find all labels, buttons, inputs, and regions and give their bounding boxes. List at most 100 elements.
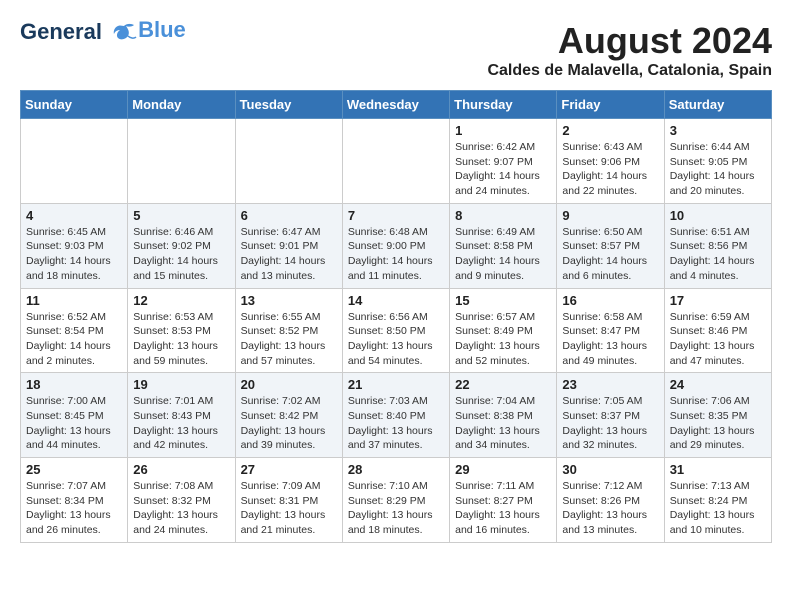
calendar-cell: 8 Sunrise: 6:49 AM Sunset: 8:58 PM Daylig… xyxy=(450,203,557,288)
day-info: Sunrise: 6:53 AM Sunset: 8:53 PM Dayligh… xyxy=(133,310,229,369)
calendar-cell: 28Sunrise: 7:10 AM Sunset: 8:29 PM Dayli… xyxy=(342,458,449,543)
day-number: 21 xyxy=(348,377,444,392)
main-title: August 2024 xyxy=(487,20,772,62)
day-info: Sunrise: 6:48 AM Sunset: 9:00 PM Dayligh… xyxy=(348,225,444,284)
calendar-cell: 2 Sunrise: 6:43 AM Sunset: 9:06 PM Daylig… xyxy=(557,119,664,204)
day-info: Sunrise: 7:06 AM Sunset: 8:35 PM Dayligh… xyxy=(670,394,766,453)
day-info: Sunrise: 6:44 AM Sunset: 9:05 PM Dayligh… xyxy=(670,140,766,199)
calendar-cell: 29 Sunrise: 7:11 AM Sunset: 8:27 PM Dayli… xyxy=(450,458,557,543)
day-number: 10 xyxy=(670,208,766,223)
calendar-cell: 15Sunrise: 6:57 AM Sunset: 8:49 PM Dayli… xyxy=(450,288,557,373)
day-info: Sunrise: 6:50 AM Sunset: 8:57 PM Dayligh… xyxy=(562,225,658,284)
calendar-cell: 18Sunrise: 7:00 AM Sunset: 8:45 PM Dayli… xyxy=(21,373,128,458)
day-info: Sunrise: 7:05 AM Sunset: 8:37 PM Dayligh… xyxy=(562,394,658,453)
calendar-cell: 20 Sunrise: 7:02 AM Sunset: 8:42 PM Dayli… xyxy=(235,373,342,458)
day-number: 2 xyxy=(562,123,658,138)
day-number: 14 xyxy=(348,293,444,308)
calendar-cell: 10 Sunrise: 6:51 AM Sunset: 8:56 PM Dayli… xyxy=(664,203,771,288)
day-number: 4 xyxy=(26,208,122,223)
day-info: Sunrise: 7:11 AM Sunset: 8:27 PM Dayligh… xyxy=(455,479,551,538)
calendar-cell: 11 Sunrise: 6:52 AM Sunset: 8:54 PM Dayli… xyxy=(21,288,128,373)
logo: General Blue xyxy=(20,20,186,44)
calendar-week-3: 11 Sunrise: 6:52 AM Sunset: 8:54 PM Dayli… xyxy=(21,288,772,373)
calendar-cell: 22Sunrise: 7:04 AM Sunset: 8:38 PM Dayli… xyxy=(450,373,557,458)
calendar-header-wednesday: Wednesday xyxy=(342,91,449,119)
day-info: Sunrise: 7:02 AM Sunset: 8:42 PM Dayligh… xyxy=(241,394,337,453)
day-info: Sunrise: 6:46 AM Sunset: 9:02 PM Dayligh… xyxy=(133,225,229,284)
day-info: Sunrise: 7:07 AM Sunset: 8:34 PM Dayligh… xyxy=(26,479,122,538)
day-number: 12 xyxy=(133,293,229,308)
calendar-week-2: 4 Sunrise: 6:45 AM Sunset: 9:03 PM Daylig… xyxy=(21,203,772,288)
calendar-header-row: SundayMondayTuesdayWednesdayThursdayFrid… xyxy=(21,91,772,119)
day-number: 7 xyxy=(348,208,444,223)
calendar: SundayMondayTuesdayWednesdayThursdayFrid… xyxy=(20,90,772,543)
calendar-cell: 3 Sunrise: 6:44 AM Sunset: 9:05 PM Daylig… xyxy=(664,119,771,204)
logo-line1: General xyxy=(20,19,102,44)
calendar-header-sunday: Sunday xyxy=(21,91,128,119)
day-number: 17 xyxy=(670,293,766,308)
calendar-week-5: 25 Sunrise: 7:07 AM Sunset: 8:34 PM Dayli… xyxy=(21,458,772,543)
calendar-cell: 16Sunrise: 6:58 AM Sunset: 8:47 PM Dayli… xyxy=(557,288,664,373)
day-info: Sunrise: 6:55 AM Sunset: 8:52 PM Dayligh… xyxy=(241,310,337,369)
day-number: 18 xyxy=(26,377,122,392)
subtitle: Caldes de Malavella, Catalonia, Spain xyxy=(487,62,772,80)
title-area: August 2024 Caldes de Malavella, Catalon… xyxy=(487,20,772,80)
day-info: Sunrise: 7:08 AM Sunset: 8:32 PM Dayligh… xyxy=(133,479,229,538)
calendar-cell: 24 Sunrise: 7:06 AM Sunset: 8:35 PM Dayli… xyxy=(664,373,771,458)
day-info: Sunrise: 7:12 AM Sunset: 8:26 PM Dayligh… xyxy=(562,479,658,538)
day-info: Sunrise: 6:51 AM Sunset: 8:56 PM Dayligh… xyxy=(670,225,766,284)
calendar-cell: 27 Sunrise: 7:09 AM Sunset: 8:31 PM Dayli… xyxy=(235,458,342,543)
calendar-cell xyxy=(128,119,235,204)
day-number: 20 xyxy=(241,377,337,392)
calendar-cell: 19Sunrise: 7:01 AM Sunset: 8:43 PM Dayli… xyxy=(128,373,235,458)
calendar-cell: 7 Sunrise: 6:48 AM Sunset: 9:00 PM Daylig… xyxy=(342,203,449,288)
day-info: Sunrise: 6:57 AM Sunset: 8:49 PM Dayligh… xyxy=(455,310,551,369)
calendar-header-saturday: Saturday xyxy=(664,91,771,119)
calendar-cell: 4 Sunrise: 6:45 AM Sunset: 9:03 PM Daylig… xyxy=(21,203,128,288)
calendar-header-thursday: Thursday xyxy=(450,91,557,119)
calendar-cell: 25 Sunrise: 7:07 AM Sunset: 8:34 PM Dayli… xyxy=(21,458,128,543)
day-number: 13 xyxy=(241,293,337,308)
day-number: 11 xyxy=(26,293,122,308)
day-number: 27 xyxy=(241,462,337,477)
day-info: Sunrise: 7:09 AM Sunset: 8:31 PM Dayligh… xyxy=(241,479,337,538)
calendar-cell: 6Sunrise: 6:47 AM Sunset: 9:01 PM Daylig… xyxy=(235,203,342,288)
calendar-week-1: 1 Sunrise: 6:42 AM Sunset: 9:07 PM Daylig… xyxy=(21,119,772,204)
day-number: 24 xyxy=(670,377,766,392)
calendar-cell xyxy=(342,119,449,204)
day-number: 1 xyxy=(455,123,551,138)
calendar-header-tuesday: Tuesday xyxy=(235,91,342,119)
calendar-cell xyxy=(21,119,128,204)
calendar-header-monday: Monday xyxy=(128,91,235,119)
day-number: 29 xyxy=(455,462,551,477)
calendar-cell: 5 Sunrise: 6:46 AM Sunset: 9:02 PM Daylig… xyxy=(128,203,235,288)
day-info: Sunrise: 7:03 AM Sunset: 8:40 PM Dayligh… xyxy=(348,394,444,453)
day-number: 8 xyxy=(455,208,551,223)
calendar-cell: 21 Sunrise: 7:03 AM Sunset: 8:40 PM Dayli… xyxy=(342,373,449,458)
calendar-cell: 30Sunrise: 7:12 AM Sunset: 8:26 PM Dayli… xyxy=(557,458,664,543)
logo-line2: Blue xyxy=(138,17,186,42)
day-info: Sunrise: 6:49 AM Sunset: 8:58 PM Dayligh… xyxy=(455,225,551,284)
calendar-cell: 31Sunrise: 7:13 AM Sunset: 8:24 PM Dayli… xyxy=(664,458,771,543)
day-info: Sunrise: 7:10 AM Sunset: 8:29 PM Dayligh… xyxy=(348,479,444,538)
day-info: Sunrise: 6:56 AM Sunset: 8:50 PM Dayligh… xyxy=(348,310,444,369)
day-info: Sunrise: 7:04 AM Sunset: 8:38 PM Dayligh… xyxy=(455,394,551,453)
calendar-header-friday: Friday xyxy=(557,91,664,119)
day-number: 23 xyxy=(562,377,658,392)
day-number: 31 xyxy=(670,462,766,477)
day-number: 5 xyxy=(133,208,229,223)
header: General Blue August 2024 Caldes de Malav… xyxy=(20,20,772,80)
calendar-cell: 9Sunrise: 6:50 AM Sunset: 8:57 PM Daylig… xyxy=(557,203,664,288)
calendar-cell: 23 Sunrise: 7:05 AM Sunset: 8:37 PM Dayli… xyxy=(557,373,664,458)
day-info: Sunrise: 6:43 AM Sunset: 9:06 PM Dayligh… xyxy=(562,140,658,199)
day-info: Sunrise: 6:52 AM Sunset: 8:54 PM Dayligh… xyxy=(26,310,122,369)
day-number: 3 xyxy=(670,123,766,138)
day-number: 25 xyxy=(26,462,122,477)
bird-icon xyxy=(110,22,138,44)
day-number: 19 xyxy=(133,377,229,392)
day-info: Sunrise: 6:45 AM Sunset: 9:03 PM Dayligh… xyxy=(26,225,122,284)
day-number: 26 xyxy=(133,462,229,477)
calendar-cell: 26 Sunrise: 7:08 AM Sunset: 8:32 PM Dayli… xyxy=(128,458,235,543)
calendar-cell: 1 Sunrise: 6:42 AM Sunset: 9:07 PM Daylig… xyxy=(450,119,557,204)
day-info: Sunrise: 6:42 AM Sunset: 9:07 PM Dayligh… xyxy=(455,140,551,199)
